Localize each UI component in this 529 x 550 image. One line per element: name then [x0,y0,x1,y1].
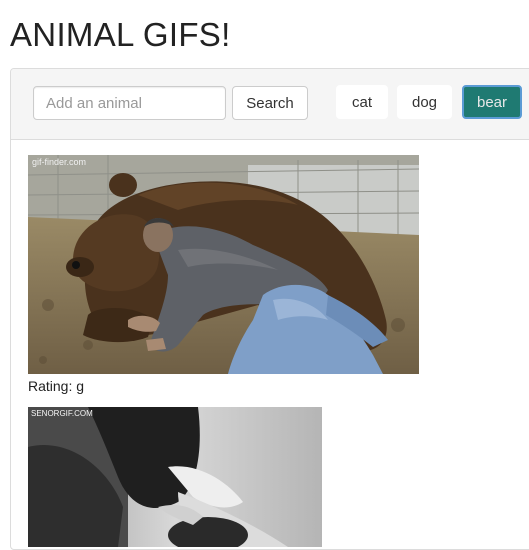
gif-grayscale-picture: SENORGIF.COM [28,407,322,547]
gif-watermark: SENORGIF.COM [31,409,93,418]
gif-watermark: gif-finder.com [32,157,86,167]
gif-rating: Rating: g [28,378,85,394]
tag-button-bear[interactable]: bear [462,85,522,119]
tag-button-dog[interactable]: dog [397,85,452,119]
tag-button-cat[interactable]: cat [336,85,388,119]
panel-heading: Search cat dog bear [11,69,529,140]
gif-image-bear-grayscale[interactable]: SENORGIF.COM [28,407,322,547]
page-title: ANIMAL GIFS! [10,16,231,53]
gif-bear-wrestling-picture: gif-finder.com [28,155,419,374]
animal-search-input[interactable] [33,86,226,120]
gif-panel: Search cat dog bear [10,68,529,550]
gif-image-bear-wrestling[interactable]: gif-finder.com [28,155,419,374]
search-button[interactable]: Search [232,86,308,120]
